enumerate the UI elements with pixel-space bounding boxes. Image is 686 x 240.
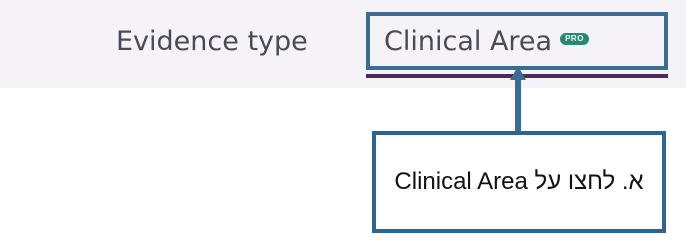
- tab-evidence-type[interactable]: Evidence type: [116, 12, 308, 70]
- arrow-up-icon: [510, 66, 526, 80]
- instruction-callout-text: א. לחצו על Clinical Area: [394, 168, 644, 195]
- instruction-callout: א. לחצו על Clinical Area: [372, 131, 666, 233]
- tab-evidence-type-label: Evidence type: [116, 25, 308, 57]
- highlight-box: [366, 12, 668, 70]
- arrow-shaft: [515, 80, 521, 132]
